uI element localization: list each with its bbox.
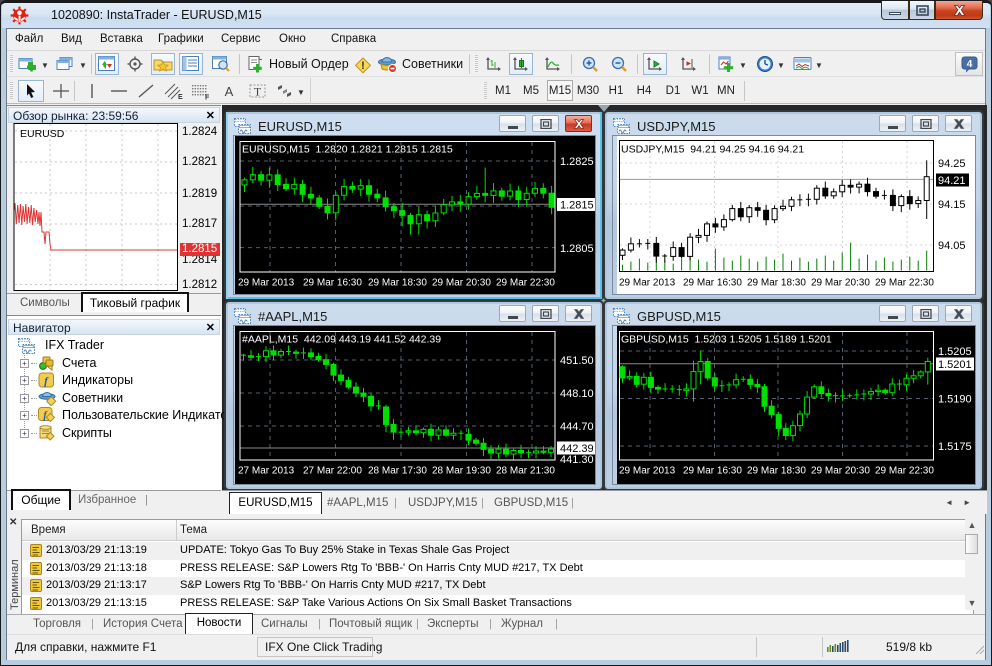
svg-text:1.2805: 1.2805 bbox=[560, 243, 594, 255]
svg-text:E: E bbox=[178, 94, 183, 100]
svg-text:28 Mar 19:30: 28 Mar 19:30 bbox=[432, 466, 491, 477]
svg-text:94.05: 94.05 bbox=[938, 240, 966, 252]
svg-text:1.5175: 1.5175 bbox=[938, 441, 972, 453]
svg-text:1.2815: 1.2815 bbox=[560, 200, 594, 212]
svg-text:29 Mar 2013: 29 Mar 2013 bbox=[619, 278, 676, 289]
svg-text:1.5201: 1.5201 bbox=[938, 359, 972, 371]
svg-text:29 Mar 22:30: 29 Mar 22:30 bbox=[496, 278, 555, 289]
svg-text:29 Mar 18:30: 29 Mar 18:30 bbox=[747, 278, 806, 289]
svg-text:29 Mar 16:30: 29 Mar 16:30 bbox=[683, 278, 742, 289]
svg-text:1.5205: 1.5205 bbox=[938, 346, 972, 358]
svg-text:94.25: 94.25 bbox=[938, 158, 966, 170]
svg-text:29 Mar 16:30: 29 Mar 16:30 bbox=[683, 466, 742, 477]
svg-text:28 Mar 21:30: 28 Mar 21:30 bbox=[496, 466, 555, 477]
svg-text:USDJPY,M15 94.21 94.25 94.16: USDJPY,M15 94.21 94.25 94.16 94.21 bbox=[621, 144, 804, 156]
svg-text:1.2825: 1.2825 bbox=[560, 156, 594, 168]
svg-text:29 Mar 2013: 29 Mar 2013 bbox=[619, 466, 676, 477]
svg-text:EURUSD: EURUSD bbox=[20, 128, 65, 140]
svg-text:29 Mar 18:30: 29 Mar 18:30 bbox=[747, 466, 806, 477]
svg-text:!: ! bbox=[361, 60, 365, 72]
svg-text:27 Mar 22:00: 27 Mar 22:00 bbox=[303, 466, 362, 477]
svg-text:27 Mar 2013: 27 Mar 2013 bbox=[238, 466, 295, 477]
svg-text:#AAPL,M15 442.09 443.19 441.5: #AAPL,M15 442.09 443.19 441.52 442.39 bbox=[242, 334, 441, 346]
svg-text:444.70: 444.70 bbox=[560, 421, 594, 433]
svg-text:29 Mar 16:30: 29 Mar 16:30 bbox=[303, 278, 362, 289]
svg-text:F: F bbox=[205, 94, 210, 100]
svg-text:EURUSD,M15 1.2820 1.2821 1.28: EURUSD,M15 1.2820 1.2821 1.2815 1.2815 bbox=[242, 144, 453, 156]
svg-text:451.50: 451.50 bbox=[560, 355, 594, 367]
svg-text:29 Mar 22:30: 29 Mar 22:30 bbox=[875, 278, 934, 289]
svg-text:29 Mar 20:30: 29 Mar 20:30 bbox=[432, 278, 491, 289]
svg-text:T: T bbox=[253, 85, 261, 99]
svg-text:GBPUSD,M15 1.5203 1.5205 1.51: GBPUSD,M15 1.5203 1.5205 1.5189 1.5201 bbox=[621, 334, 832, 346]
svg-text:29 Mar 18:30: 29 Mar 18:30 bbox=[368, 278, 427, 289]
svg-text:Терминал: Терминал bbox=[9, 559, 21, 610]
svg-text:29 Mar 20:30: 29 Mar 20:30 bbox=[811, 466, 870, 477]
svg-text:441.30: 441.30 bbox=[560, 454, 594, 466]
svg-text:448.10: 448.10 bbox=[560, 388, 594, 400]
svg-text:94.21: 94.21 bbox=[938, 175, 966, 187]
svg-text:4: 4 bbox=[966, 59, 972, 70]
svg-text:28 Mar 17:30: 28 Mar 17:30 bbox=[368, 466, 427, 477]
svg-text:29 Mar 22:30: 29 Mar 22:30 bbox=[875, 466, 934, 477]
svg-text:29 Mar 20:30: 29 Mar 20:30 bbox=[811, 278, 870, 289]
svg-text:1.5190: 1.5190 bbox=[938, 394, 972, 406]
svg-text:94.15: 94.15 bbox=[938, 199, 966, 211]
svg-text:29 Mar 2013: 29 Mar 2013 bbox=[238, 278, 295, 289]
